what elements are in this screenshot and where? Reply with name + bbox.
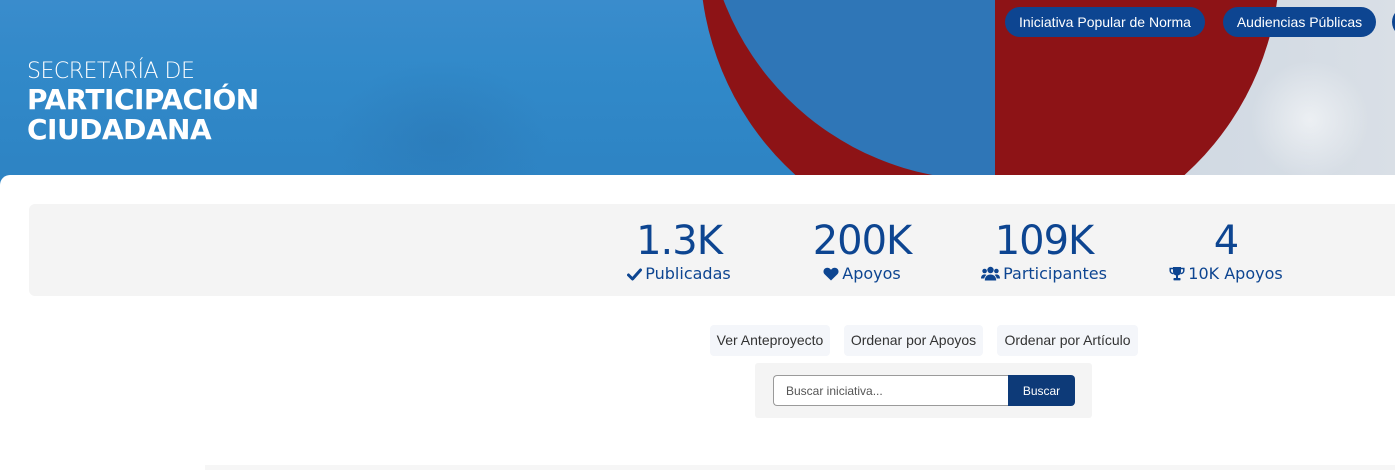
stat-label-row: Publicadas — [594, 264, 764, 284]
stat-10k-apoyos: 4 10K Apoyos — [1141, 218, 1311, 284]
users-icon — [981, 266, 1001, 281]
page: SECRETARÍA DE PARTICIPACIÓN CIUDADANA In… — [0, 0, 1395, 470]
main-content: 1.3K Publicadas 200K Apoyos 109K Partici… — [0, 175, 1395, 470]
site-logo[interactable]: SECRETARÍA DE PARTICIPACIÓN CIUDADANA — [27, 61, 259, 146]
ver-anteproyecto-button[interactable]: Ver Anteproyecto — [710, 325, 830, 356]
brand-line-2: PARTICIPACIÓN — [27, 83, 259, 116]
nav-audiencias-publicas-button[interactable]: Audiencias Públicas — [1223, 7, 1376, 37]
stat-apoyos: 200K Apoyos — [777, 218, 947, 284]
stat-value: 1.3K — [636, 218, 723, 264]
ordenar-por-apoyos-button[interactable]: Ordenar por Apoyos — [844, 325, 983, 356]
brand-line-3: CIUDADANA — [27, 113, 212, 146]
stat-label: Participantes — [1003, 264, 1107, 283]
nav-iniciativa-popular-button[interactable]: Iniciativa Popular de Norma — [1005, 7, 1205, 37]
ordenar-por-articulo-button[interactable]: Ordenar por Artículo — [997, 325, 1138, 356]
hero-shadow-spot — [330, 60, 550, 185]
stat-value: 109K — [994, 218, 1095, 264]
search-input[interactable] — [773, 375, 1008, 406]
stat-label-row: 10K Apoyos — [1141, 264, 1311, 284]
stat-participantes: 109K Participantes — [959, 218, 1129, 284]
stat-publicadas: 1.3K Publicadas — [594, 218, 764, 284]
stat-label: Publicadas — [645, 264, 731, 283]
stat-label-row: Participantes — [959, 264, 1129, 284]
stat-value: 4 — [1213, 218, 1239, 264]
content-divider — [205, 465, 1395, 470]
stat-label: Apoyos — [842, 264, 901, 283]
hero-banner: SECRETARÍA DE PARTICIPACIÓN CIUDADANA In… — [0, 0, 1395, 185]
stats-bar: 1.3K Publicadas 200K Apoyos 109K Partici… — [29, 204, 1395, 296]
check-icon — [627, 268, 643, 281]
hero-light-spot — [1250, 60, 1370, 180]
stat-label: 10K Apoyos — [1188, 264, 1283, 283]
trophy-icon — [1169, 267, 1185, 281]
search-button[interactable]: Buscar — [1008, 375, 1075, 406]
stat-label-row: Apoyos — [777, 264, 947, 284]
brand-line-1: SECRETARÍA DE — [27, 59, 195, 84]
heart-icon — [823, 267, 839, 281]
search-box: Buscar — [755, 363, 1092, 418]
stat-value: 200K — [812, 218, 913, 264]
